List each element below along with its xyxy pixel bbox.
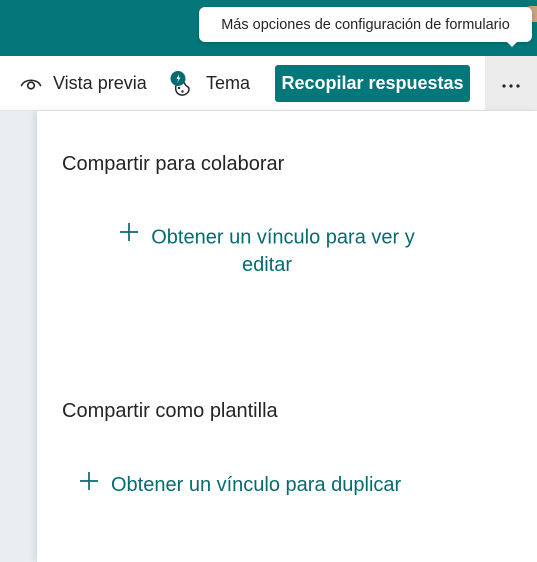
get-edit-link[interactable]: Obtener un vínculo para ver y editar [107, 222, 427, 279]
get-duplicate-link[interactable]: Obtener un vínculo para duplicar [79, 471, 401, 499]
tooltip-arrow [503, 38, 521, 47]
collect-responses-button[interactable]: Recopilar respuestas [275, 65, 470, 102]
theme-label: Tema [206, 73, 251, 93]
preview-button[interactable]: Vista previa [20, 56, 147, 111]
share-panel: Compartir para colaborar Obtener un vínc… [37, 111, 537, 562]
plus-icon [119, 222, 139, 250]
eye-icon [20, 73, 42, 95]
more-horizontal-icon [502, 76, 520, 91]
palette-icon [170, 70, 194, 98]
preview-label: Vista previa [53, 73, 147, 93]
share-collaborate-title: Compartir para colaborar [62, 153, 285, 175]
theme-button[interactable]: Tema [170, 56, 250, 111]
get-duplicate-link-label: Obtener un vínculo para duplicar [111, 473, 402, 496]
get-edit-link-label: Obtener un vínculo para ver y editar [151, 226, 415, 276]
more-options-button[interactable] [485, 56, 537, 110]
more-options-tooltip: Más opciones de configuración de formula… [199, 7, 532, 42]
plus-icon [79, 471, 99, 499]
share-template-title: Compartir como plantilla [62, 400, 278, 422]
form-toolbar: Vista previa Tema Recopilar respuestas [0, 56, 537, 111]
